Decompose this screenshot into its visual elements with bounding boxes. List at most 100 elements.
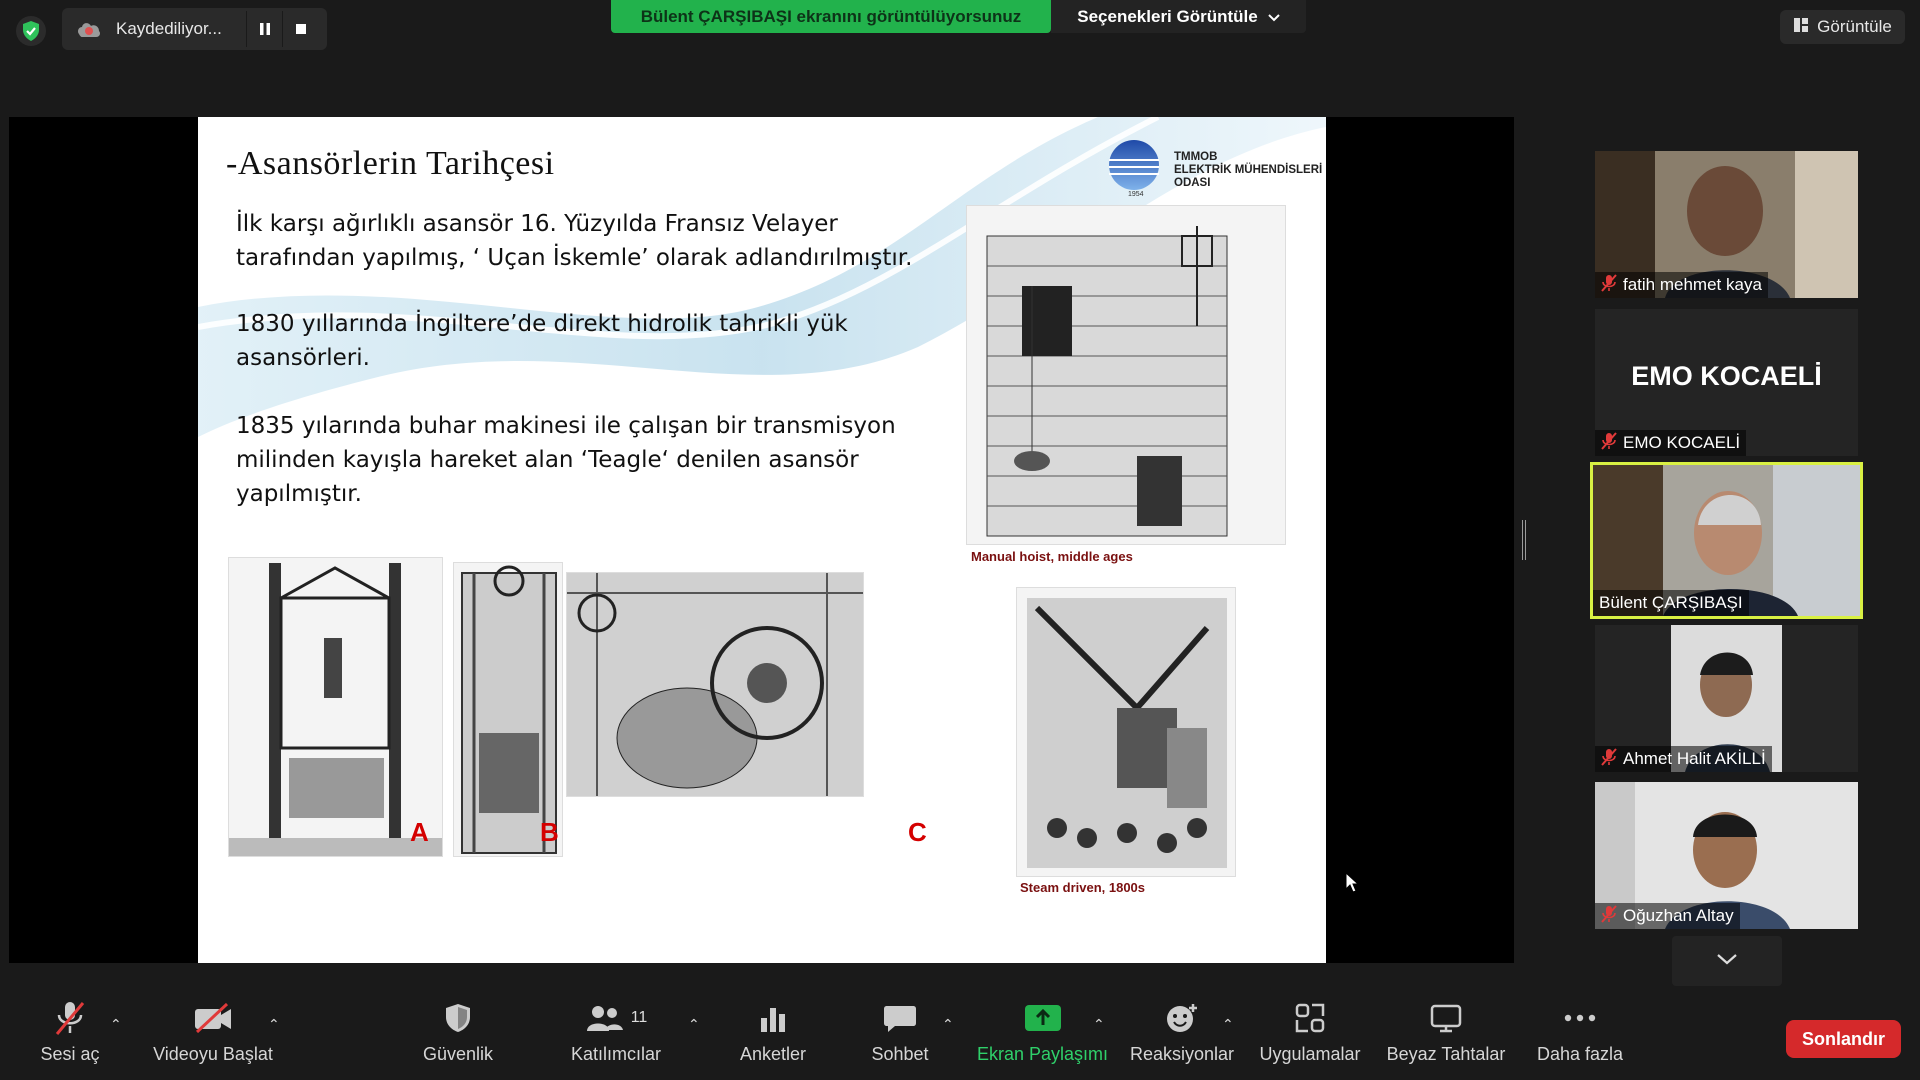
steam-driven-illustration: [1016, 587, 1236, 877]
participant-tile[interactable]: Oğuzhan Altay: [1595, 782, 1858, 929]
panel-resize-handle[interactable]: [1522, 520, 1526, 560]
chat-label: Sohbet: [871, 1044, 929, 1064]
end-meeting-button[interactable]: Sonlandır: [1786, 1020, 1901, 1058]
participants-icon: 11: [585, 996, 648, 1040]
chat-button[interactable]: Sohbet: [855, 996, 945, 1076]
polls-bar-chart-icon: [759, 996, 787, 1040]
zoom-window: Kaydediliyor... Bülent ÇARŞIBAŞI ekranın…: [0, 0, 1920, 1080]
participant-name: Ahmet Halit AKİLLİ: [1623, 749, 1766, 768]
muted-mic-icon: [1601, 273, 1617, 297]
mouse-cursor-icon: [1345, 871, 1360, 899]
participant-name-bar: Oğuzhan Altay: [1595, 903, 1740, 929]
participant-name: Oğuzhan Altay: [1623, 906, 1734, 925]
participant-name: Bülent ÇARŞIBAŞI: [1599, 593, 1743, 612]
apps-icon: [1295, 996, 1325, 1040]
share-screen-button[interactable]: Ekran Paylaşımı: [975, 996, 1110, 1076]
start-video-label: Videoyu Başlat: [153, 1044, 273, 1064]
shield-icon: [443, 996, 473, 1040]
more-label: Daha fazla: [1536, 1044, 1624, 1064]
view-options-button[interactable]: Seçenekleri Görüntüle: [1051, 0, 1306, 33]
tmmob-emo-logo: 1954 TMMOB ELEKTRİK MÜHENDİSLERİ ODASI: [1106, 139, 1322, 201]
polls-button[interactable]: Anketler: [728, 996, 818, 1076]
security-shield-icon[interactable]: [16, 16, 46, 46]
slide-paragraph-2: 1830 yıllarında İngiltere’de direkt hidr…: [236, 311, 848, 371]
video-off-icon: [193, 996, 233, 1040]
presentation-slide: -Asansörlerin Tarihçesi 1954 TMMOB ELEKT…: [198, 117, 1326, 963]
meeting-toolbar: Sesi aç ⌃ Videoyu Başlat ⌃ Güvenlik 11 K…: [0, 990, 1920, 1080]
participant-name: fatih mehmet kaya: [1623, 275, 1762, 294]
participant-name-bar: Bülent ÇARŞIBAŞI: [1593, 590, 1749, 616]
muted-mic-icon: [53, 996, 87, 1040]
video-options-caret-icon[interactable]: ⌃: [268, 1016, 280, 1033]
chat-options-caret-icon[interactable]: ⌃: [942, 1016, 954, 1033]
muted-mic-icon: [1601, 431, 1617, 455]
logo-line-3: ODASI: [1174, 177, 1211, 189]
polls-label: Anketler: [739, 1044, 807, 1064]
grid-layout-icon: [1793, 17, 1809, 38]
apps-button[interactable]: Uygulamalar: [1255, 996, 1365, 1076]
participants-count: 11: [630, 1009, 648, 1026]
figure-label-b: B: [540, 817, 559, 847]
share-screen-label: Ekran Paylaşımı: [976, 1044, 1109, 1064]
active-speaker-tile[interactable]: Bülent ÇARŞIBAŞI: [1590, 462, 1863, 619]
figure-label-a: A: [410, 817, 429, 847]
view-layout-label: Görüntüle: [1817, 17, 1892, 36]
pause-recording-button[interactable]: [246, 11, 282, 47]
participants-button[interactable]: 11 Katılımcılar: [566, 996, 666, 1076]
participant-tile[interactable]: fatih mehmet kaya: [1595, 151, 1858, 298]
elevator-c-illustration: [566, 572, 864, 797]
apps-label: Uygulamalar: [1259, 1044, 1361, 1064]
participant-name-bar: EMO KOCAELİ: [1595, 430, 1747, 456]
elevator-a-illustration: [228, 557, 443, 857]
more-dots-icon: [1563, 996, 1597, 1040]
muted-mic-icon: [1601, 904, 1617, 928]
chevron-down-icon: [1716, 952, 1738, 970]
scroll-participants-down-button[interactable]: [1672, 936, 1782, 986]
reactions-label: Reaksiyonlar: [1129, 1044, 1235, 1064]
unmute-label: Sesi aç: [40, 1044, 100, 1064]
logo-text: TMMOB ELEKTRİK MÜHENDİSLERİ ODASI: [1174, 151, 1322, 190]
muted-mic-icon: [1601, 747, 1617, 771]
whiteboards-label: Beyaz Tahtalar: [1386, 1044, 1506, 1064]
recording-label: Kaydediliyor...: [116, 19, 222, 38]
slide-title: -Asansörlerin Tarihçesi: [226, 145, 555, 182]
view-layout-button[interactable]: Görüntüle: [1780, 10, 1905, 44]
participant-name: EMO KOCAELİ: [1623, 433, 1741, 452]
logo-line-2: ELEKTRİK MÜHENDİSLERİ: [1174, 164, 1323, 176]
cloud-recording-icon: [76, 20, 102, 38]
view-options-label: Seçenekleri Görüntüle: [1077, 6, 1258, 26]
share-options-caret-icon[interactable]: ⌃: [1093, 1016, 1105, 1033]
participants-options-caret-icon[interactable]: ⌃: [688, 1016, 700, 1033]
emoji-reaction-icon: [1165, 996, 1199, 1040]
audio-options-caret-icon[interactable]: ⌃: [110, 1016, 122, 1033]
participant-tile[interactable]: Ahmet Halit AKİLLİ: [1595, 625, 1858, 772]
participant-display-name: EMO KOCAELİ: [1631, 361, 1822, 391]
start-video-button[interactable]: Videoyu Başlat: [148, 996, 278, 1076]
figure-label-c: C: [908, 817, 927, 847]
stop-recording-button[interactable]: [282, 11, 318, 47]
share-screen-icon: [1024, 996, 1062, 1040]
tmmob-emblem-icon: 1954: [1106, 139, 1162, 201]
reactions-button[interactable]: Reaksiyonlar: [1128, 996, 1236, 1076]
slide-paragraph-1: İlk karşı ağırlıklı asansör 16. Yüzyılda…: [236, 211, 913, 271]
recording-indicator: Kaydediliyor...: [62, 8, 327, 50]
participant-name-bar: Ahmet Halit AKİLLİ: [1595, 746, 1772, 772]
manual-hoist-illustration: [966, 205, 1286, 545]
logo-line-1: TMMOB: [1174, 151, 1218, 163]
participants-label: Katılımcılar: [570, 1044, 662, 1064]
whiteboards-button[interactable]: Beyaz Tahtalar: [1386, 996, 1506, 1076]
slide-paragraph-3: 1835 yılarında buhar makinesi ile çalışa…: [236, 413, 896, 507]
share-banner: Bülent ÇARŞIBAŞI ekranını görüntülüyorsu…: [611, 0, 1051, 33]
more-button[interactable]: Daha fazla: [1530, 996, 1630, 1076]
security-label: Güvenlik: [422, 1044, 494, 1064]
unmute-button[interactable]: Sesi aç: [28, 996, 112, 1076]
reactions-options-caret-icon[interactable]: ⌃: [1222, 1016, 1234, 1033]
security-button[interactable]: Güvenlik: [413, 996, 503, 1076]
chat-bubble-icon: [883, 996, 917, 1040]
participant-name-bar: fatih mehmet kaya: [1595, 272, 1768, 298]
manual-hoist-caption: Manual hoist, middle ages: [971, 549, 1133, 564]
participant-tile[interactable]: EMO KOCAELİ EMO KOCAELİ: [1595, 309, 1858, 456]
logo-year: 1954: [1128, 191, 1144, 198]
chevron-down-icon: [1268, 7, 1280, 27]
steam-driven-caption: Steam driven, 1800s: [1020, 880, 1146, 895]
